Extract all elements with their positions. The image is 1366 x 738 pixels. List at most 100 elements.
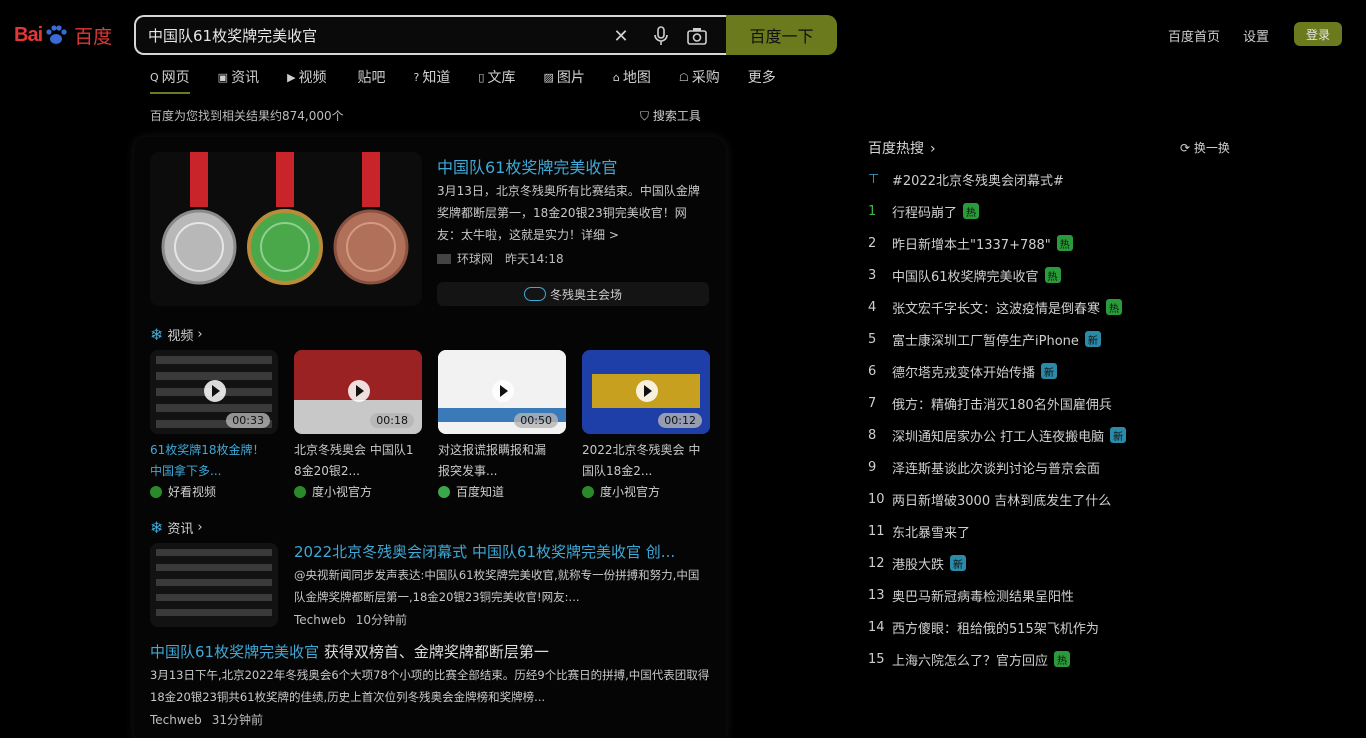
- tab-web[interactable]: Q 网页: [150, 66, 190, 94]
- video-section-heading[interactable]: ❄ 视频 ›: [150, 325, 203, 344]
- search-tools[interactable]: ⛉ 搜索工具: [640, 107, 701, 124]
- hot-item-text: 行程码崩了: [892, 205, 958, 221]
- tab-video[interactable]: ▶ 视频: [287, 66, 326, 88]
- video-heading-label: 视频: [167, 329, 194, 344]
- image-icon: ▨: [543, 70, 554, 84]
- hot-list-item[interactable]: 9 泽连斯基谈此次谈判讨论与普京会面: [868, 457, 1100, 477]
- hot-rank: 8: [868, 427, 877, 443]
- video-title[interactable]: 61枚奖牌18枚金牌！ 中国拿下多...: [150, 440, 280, 482]
- video-title-a: 2022北京冬残奥会 中: [582, 443, 701, 457]
- hot-list-item[interactable]: 11 东北暴雪来了: [868, 521, 970, 541]
- hot-list-item[interactable]: 7 俄方：精确打击消灭180名外国雇佣兵: [868, 393, 1112, 413]
- hot-item-text: 东北暴雪来了: [892, 525, 971, 541]
- hot-rank: 7: [868, 395, 877, 411]
- hot-item-text: 昨日新增本土"1337+788": [892, 237, 1051, 253]
- hot-item-text: 俄方：精确打击消灭180名外国雇佣兵: [892, 397, 1112, 413]
- clear-icon[interactable]: ✕: [610, 25, 632, 47]
- question-icon: ?: [413, 70, 420, 84]
- map-icon: ⌂: [612, 70, 620, 84]
- news-source[interactable]: Techweb: [294, 613, 346, 627]
- video-source[interactable]: 百度知道: [438, 483, 504, 500]
- tab-shopping[interactable]: ☖ 采购: [679, 66, 720, 88]
- hot-item-text: 奥巴马新冠病毒检测结果呈阳性: [892, 589, 1075, 605]
- hot-rank: 3: [868, 267, 877, 283]
- hot-list-item[interactable]: 1 行程码崩了热: [868, 201, 980, 221]
- video-thumbnail[interactable]: 00:12: [582, 350, 710, 434]
- video-title-b: 8金20银2...: [294, 464, 360, 478]
- zhidao-icon: [438, 485, 450, 498]
- video-title[interactable]: 2022北京冬残奥会 中国队18金2...: [582, 440, 712, 482]
- hot-list-item[interactable]: 12 港股大跌新: [868, 553, 967, 573]
- paralympic-icon: [523, 287, 546, 301]
- hot-item-text: 上海六院怎么了？官方回应: [892, 653, 1049, 669]
- video-icon: ▶: [287, 70, 296, 84]
- hot-list-item[interactable]: 10 两日新增破3000 吉林到底发生了什么: [868, 489, 1111, 509]
- video-source[interactable]: 好看视频: [150, 483, 216, 500]
- hot-search-heading[interactable]: 百度热搜 ›: [868, 138, 936, 158]
- news-meta: Techweb 10分钟前: [294, 611, 407, 628]
- hot-list-item[interactable]: 13 奥巴马新冠病毒检测结果呈阳性: [868, 585, 1074, 605]
- hot-rank: 13: [868, 587, 885, 603]
- video-title[interactable]: 对这报谎报瞒报和漏 报突发事...: [438, 440, 568, 482]
- medals-image[interactable]: [150, 152, 422, 306]
- topic-tag-button[interactable]: 冬残奥主会场: [437, 282, 709, 306]
- video-source-label: 度小视官方: [600, 485, 661, 499]
- hot-list-item[interactable]: 15 上海六院怎么了？官方回应热: [868, 649, 1071, 669]
- baidu-logo[interactable]: Bai 百度: [14, 18, 118, 52]
- tab-label: 图片: [556, 70, 585, 86]
- chevron-right-icon: ›: [197, 520, 203, 535]
- hot-item-text: 两日新增破3000 吉林到底发生了什么: [892, 493, 1112, 509]
- hot-badge: 热: [1106, 299, 1123, 315]
- video-source[interactable]: 度小视官方: [294, 483, 372, 500]
- top-news-source[interactable]: 环球网: [457, 250, 493, 267]
- search-tabs: Q 网页 ▣ 资讯 ▶ 视频 贴吧 ? 知道 ▯ 文库 ▨ 图片 ⌂ 地图 ☖ 采购 更多: [150, 66, 804, 96]
- tab-label: 更多: [747, 70, 776, 86]
- chevron-right-icon: ›: [197, 327, 203, 342]
- tab-map[interactable]: ⌂ 地图: [613, 66, 651, 88]
- new-badge: 新: [1110, 427, 1127, 443]
- camera-icon[interactable]: [686, 25, 708, 47]
- hot-badge: 热: [1044, 267, 1061, 283]
- search-button[interactable]: 百度一下: [726, 15, 837, 55]
- hot-list-item[interactable]: 14 西方傻眼：租给俄的515架飞机作为: [868, 617, 1099, 637]
- settings-link[interactable]: 设置: [1243, 26, 1269, 45]
- hot-rank: 15: [868, 651, 885, 667]
- hot-item-text: 中国队61枚奖牌完美收官: [892, 269, 1039, 285]
- tab-wenku[interactable]: ▯ 文库: [478, 66, 515, 88]
- hot-list-item[interactable]: ⊤ #2022北京冬残奥会闭幕式#: [868, 169, 1064, 189]
- hot-heading-label: 百度热搜: [868, 141, 924, 157]
- video-thumbnail[interactable]: 00:18: [294, 350, 422, 434]
- video-source-label: 度小视官方: [312, 485, 373, 499]
- tab-news[interactable]: ▣ 资讯: [218, 66, 259, 88]
- news-section-heading[interactable]: ❄ 资讯 ›: [150, 518, 203, 537]
- refresh-button[interactable]: ⟳ 换一换: [1180, 139, 1230, 156]
- play-icon: [204, 380, 226, 402]
- hot-list-item[interactable]: 3 中国队61枚奖牌完美收官热: [868, 265, 1061, 285]
- tab-more[interactable]: 更多: [748, 66, 776, 88]
- hot-list-item[interactable]: 4 张文宏千字长文：这波疫情是倒春寒热: [868, 297, 1123, 317]
- news-title[interactable]: 中国队61枚奖牌完美收官 获得双榜首、金牌奖牌都断层第一: [150, 641, 549, 662]
- play-icon: [492, 380, 514, 402]
- hot-list-item[interactable]: 6 德尔塔克戎变体开始传播新: [868, 361, 1058, 381]
- news-source[interactable]: Techweb: [150, 713, 202, 727]
- top-news-title[interactable]: 中国队61枚奖牌完美收官: [437, 154, 617, 178]
- hot-list-item[interactable]: 8 深圳通知居家办公 打工人连夜搬电脑新: [868, 425, 1127, 445]
- news-thumbnail[interactable]: [150, 543, 278, 627]
- new-badge: 新: [1041, 363, 1058, 379]
- video-thumbnail[interactable]: 00:33: [150, 350, 278, 434]
- video-thumbnail[interactable]: 00:50: [438, 350, 566, 434]
- video-title[interactable]: 北京冬残奥会 中国队1 8金20银2...: [294, 440, 424, 482]
- news-title[interactable]: 2022北京冬残奥会闭幕式 中国队61枚奖牌完美收官 创...: [294, 541, 714, 562]
- tab-zhidao[interactable]: ? 知道: [414, 66, 451, 88]
- login-button[interactable]: 登录: [1294, 22, 1342, 46]
- video-source[interactable]: 度小视官方: [582, 483, 660, 500]
- hot-list-item[interactable]: 5 富士康深圳工厂暂停生产iPhone 新: [868, 329, 1101, 349]
- tab-tieba[interactable]: 贴吧: [355, 66, 386, 88]
- search-input[interactable]: [148, 26, 588, 44]
- snowflake-icon: ❄: [150, 325, 164, 344]
- hot-list-item[interactable]: 2 昨日新增本土"1337+788" 热: [868, 233, 1073, 253]
- search-box[interactable]: ✕: [134, 15, 728, 55]
- baidu-home-link[interactable]: 百度首页: [1168, 26, 1220, 45]
- microphone-icon[interactable]: [650, 25, 672, 47]
- tab-images[interactable]: ▨ 图片: [543, 66, 584, 88]
